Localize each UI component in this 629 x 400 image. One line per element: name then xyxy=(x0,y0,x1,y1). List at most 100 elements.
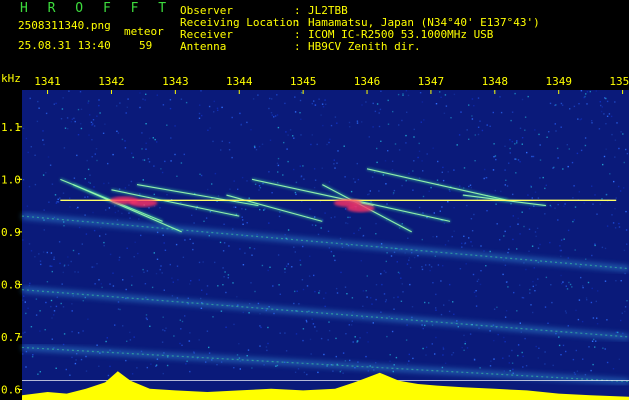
x-tick-label: 1343 xyxy=(162,75,189,88)
noise-speck xyxy=(617,331,619,334)
noise-speck xyxy=(537,278,539,280)
y-tick-label: 0.6 xyxy=(1,383,21,396)
noise-speck xyxy=(330,217,332,219)
noise-speck xyxy=(596,213,598,215)
noise-speck xyxy=(87,196,89,198)
noise-speck xyxy=(169,263,171,266)
noise-speck xyxy=(62,192,65,194)
noise-speck xyxy=(39,371,41,373)
noise-speck xyxy=(525,268,527,271)
noise-speck xyxy=(524,129,526,131)
noise-speck xyxy=(278,284,280,286)
noise-speck xyxy=(174,153,176,156)
noise-speck xyxy=(472,273,475,276)
noise-speck xyxy=(356,162,358,165)
noise-speck xyxy=(471,98,474,100)
noise-speck xyxy=(146,270,149,272)
noise-speck xyxy=(492,169,495,171)
noise-speck xyxy=(259,208,261,211)
noise-speck xyxy=(362,234,365,237)
noise-speck xyxy=(565,312,567,314)
noise-speck xyxy=(94,283,96,285)
noise-speck xyxy=(62,343,65,346)
noise-speck xyxy=(618,226,621,228)
noise-speck xyxy=(127,98,129,100)
noise-speck xyxy=(89,114,91,116)
noise-speck xyxy=(428,302,430,304)
noise-speck xyxy=(615,197,617,199)
noise-speck xyxy=(118,256,121,259)
noise-speck xyxy=(260,326,262,329)
noise-speck xyxy=(595,90,597,92)
noise-speck xyxy=(500,111,503,114)
noise-speck xyxy=(397,296,399,298)
noise-speck xyxy=(475,290,477,292)
noise-speck xyxy=(205,217,208,219)
noise-speck xyxy=(473,105,475,107)
noise-speck xyxy=(342,352,345,354)
noise-speck xyxy=(422,327,424,330)
noise-speck xyxy=(59,197,61,199)
noise-speck xyxy=(311,318,313,320)
noise-speck xyxy=(350,324,353,326)
noise-speck xyxy=(585,297,588,299)
noise-speck xyxy=(539,144,541,146)
noise-speck xyxy=(443,222,446,225)
noise-speck xyxy=(564,310,567,312)
noise-speck xyxy=(532,280,534,283)
noise-speck xyxy=(347,216,349,219)
noise-speck xyxy=(300,176,302,178)
noise-speck xyxy=(30,146,32,148)
noise-speck xyxy=(191,214,193,216)
noise-speck xyxy=(66,117,69,119)
noise-speck xyxy=(349,359,351,362)
noise-speck xyxy=(345,333,347,335)
noise-speck xyxy=(277,157,280,160)
noise-speck xyxy=(299,165,301,167)
noise-speck xyxy=(219,241,222,244)
noise-speck xyxy=(171,277,173,279)
noise-speck xyxy=(334,167,336,169)
noise-speck xyxy=(389,354,391,356)
noise-speck xyxy=(417,156,419,159)
noise-speck xyxy=(151,286,154,289)
noise-speck xyxy=(604,247,607,250)
noise-speck xyxy=(199,104,201,106)
noise-speck xyxy=(385,299,387,301)
noise-speck xyxy=(481,129,484,132)
noise-speck xyxy=(205,361,207,363)
noise-speck xyxy=(624,272,626,275)
noise-speck xyxy=(580,90,583,92)
noise-speck xyxy=(78,226,81,229)
noise-speck xyxy=(253,145,256,147)
noise-speck xyxy=(64,127,67,129)
noise-speck xyxy=(586,299,588,301)
noise-speck xyxy=(516,142,518,144)
noise-speck xyxy=(381,283,383,286)
noise-speck xyxy=(171,295,174,297)
noise-speck xyxy=(34,256,36,258)
noise-speck xyxy=(290,266,293,268)
noise-speck xyxy=(534,231,537,233)
noise-speck xyxy=(569,283,572,286)
noise-speck xyxy=(512,193,514,196)
noise-speck xyxy=(622,133,624,135)
noise-speck xyxy=(334,259,336,262)
noise-speck xyxy=(549,102,552,105)
noise-speck xyxy=(473,359,476,361)
noise-speck xyxy=(452,301,454,303)
noise-speck xyxy=(425,346,428,348)
noise-speck xyxy=(375,233,377,235)
noise-speck xyxy=(332,370,334,372)
noise-speck xyxy=(370,201,372,203)
noise-speck xyxy=(560,255,562,257)
noise-speck xyxy=(25,350,28,353)
noise-speck xyxy=(244,252,246,254)
noise-speck xyxy=(598,128,601,130)
noise-speck xyxy=(80,108,83,110)
noise-speck xyxy=(255,149,258,151)
noise-speck xyxy=(35,298,38,300)
noise-speck xyxy=(296,290,298,292)
noise-speck xyxy=(580,276,582,279)
noise-speck xyxy=(176,265,179,267)
